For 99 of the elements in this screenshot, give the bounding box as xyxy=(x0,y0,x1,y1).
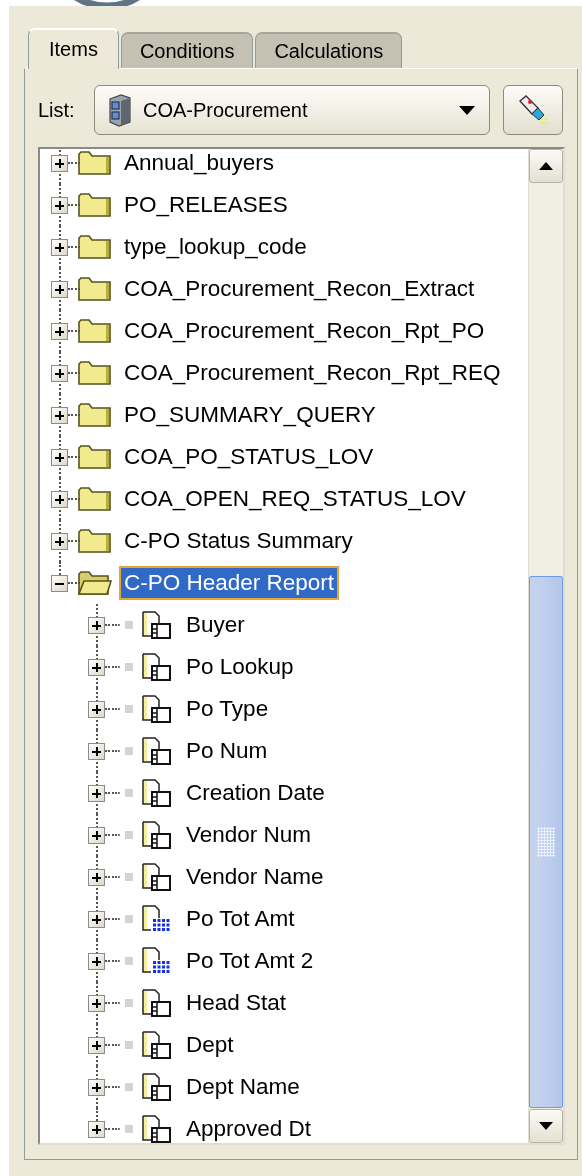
node-marker-icon xyxy=(125,789,133,797)
expand-icon[interactable] xyxy=(88,1079,105,1096)
tree-item[interactable]: COA_Procurement_Recon_Rpt_PO xyxy=(119,314,490,348)
numeric-document-icon xyxy=(141,946,173,976)
tree-item[interactable]: C-PO Header Report xyxy=(119,566,340,600)
tree-item[interactable]: Po Tot Amt 2 xyxy=(181,944,319,978)
expand-icon[interactable] xyxy=(88,1037,105,1054)
node-marker-icon xyxy=(125,1041,133,1049)
expand-icon[interactable] xyxy=(51,491,68,508)
expand-icon[interactable] xyxy=(51,281,68,298)
node-marker-icon xyxy=(125,747,133,755)
expand-icon[interactable] xyxy=(88,785,105,802)
tree-item[interactable]: Buyer xyxy=(181,608,250,642)
node-marker-icon xyxy=(125,957,133,965)
form-document-icon xyxy=(141,736,173,766)
form-document-icon xyxy=(141,820,173,850)
tree-item[interactable]: Approved Dt xyxy=(181,1112,317,1143)
list-dropdown[interactable]: COA-Procurement xyxy=(94,85,490,135)
scroll-up-button[interactable] xyxy=(529,149,563,183)
collapse-icon[interactable] xyxy=(51,575,68,592)
dropdown-value: COA-Procurement xyxy=(143,98,309,122)
node-marker-icon xyxy=(125,831,133,839)
folder-icon xyxy=(78,402,112,428)
expand-icon[interactable] xyxy=(88,869,105,886)
form-document-icon xyxy=(141,610,173,640)
tree-item[interactable]: COA_PO_STATUS_LOV xyxy=(119,440,379,474)
folder-icon xyxy=(78,234,112,260)
expand-icon[interactable] xyxy=(88,659,105,676)
node-marker-icon xyxy=(125,705,133,713)
node-marker-icon xyxy=(125,1083,133,1091)
list-label: List: xyxy=(38,98,76,122)
tree-item[interactable]: C-PO Status Summary xyxy=(119,524,358,558)
flashlight-icon xyxy=(517,93,549,127)
form-document-icon xyxy=(141,988,173,1018)
expand-icon[interactable] xyxy=(88,953,105,970)
up-arrow-icon xyxy=(539,162,553,170)
down-arrow-icon xyxy=(539,1122,553,1130)
expand-icon[interactable] xyxy=(88,995,105,1012)
expand-icon[interactable] xyxy=(51,239,68,256)
tree-item[interactable]: COA_OPEN_REQ_STATUS_LOV xyxy=(119,482,471,516)
tree-item[interactable]: COA_Procurement_Recon_Rpt_REQ xyxy=(119,356,506,390)
tab[interactable]: Conditions xyxy=(120,32,254,68)
folder-icon xyxy=(78,276,112,302)
expand-icon[interactable] xyxy=(51,365,68,382)
node-marker-icon xyxy=(125,621,133,629)
tree-item[interactable]: PO_SUMMARY_QUERY xyxy=(119,398,381,432)
tree-item[interactable]: Po Tot Amt xyxy=(181,902,300,936)
tab[interactable]: Items xyxy=(28,28,119,69)
form-document-icon xyxy=(141,778,173,808)
scroll-down-button[interactable] xyxy=(529,1109,563,1143)
tree-item[interactable]: Po Num xyxy=(181,734,273,768)
tree-item[interactable]: Vendor Num xyxy=(181,818,317,852)
expand-icon[interactable] xyxy=(51,533,68,550)
expand-icon[interactable] xyxy=(88,743,105,760)
tree-item[interactable]: Po Lookup xyxy=(181,650,299,684)
node-marker-icon xyxy=(125,915,133,923)
expand-icon[interactable] xyxy=(88,911,105,928)
tree-item[interactable]: Po Type xyxy=(181,692,274,726)
tree-item[interactable]: COA_Procurement_Recon_Extract xyxy=(119,272,480,306)
database-icon xyxy=(107,93,133,127)
tree-item[interactable]: Head Stat xyxy=(181,986,292,1020)
expand-icon[interactable] xyxy=(88,701,105,718)
expand-icon[interactable] xyxy=(51,197,68,214)
scroll-thumb[interactable] xyxy=(529,576,563,1108)
folder-icon xyxy=(78,150,112,176)
node-marker-icon xyxy=(125,873,133,881)
form-document-icon xyxy=(141,652,173,682)
tree-item[interactable]: Dept Name xyxy=(181,1070,305,1104)
form-document-icon xyxy=(141,862,173,892)
tab[interactable]: Calculations xyxy=(255,32,403,68)
tree-item[interactable]: Dept xyxy=(181,1028,239,1062)
dropdown-arrow-icon xyxy=(459,105,475,115)
expand-icon[interactable] xyxy=(51,323,68,340)
form-document-icon xyxy=(141,1072,173,1102)
expand-icon[interactable] xyxy=(88,617,105,634)
folder-icon xyxy=(78,360,112,386)
flashlight-button[interactable] xyxy=(503,85,563,135)
numeric-document-icon xyxy=(141,904,173,934)
tree-item[interactable]: Vendor Name xyxy=(181,860,329,894)
folder-icon xyxy=(78,192,112,218)
expand-icon[interactable] xyxy=(88,827,105,844)
expand-icon[interactable] xyxy=(51,449,68,466)
tree-item[interactable]: Creation Date xyxy=(181,776,330,810)
tree-item[interactable]: PO_RELEASES xyxy=(119,188,293,222)
folder-icon xyxy=(78,528,112,554)
tree-item[interactable]: type_lookup_code xyxy=(119,230,312,264)
tree-item[interactable]: Annual_buyers xyxy=(119,149,280,180)
form-document-icon xyxy=(141,1030,173,1060)
node-marker-icon xyxy=(125,663,133,671)
open-folder-icon xyxy=(78,570,112,596)
folder-icon xyxy=(78,318,112,344)
folder-icon xyxy=(78,486,112,512)
folder-icon xyxy=(78,444,112,470)
expand-icon[interactable] xyxy=(51,155,68,172)
expand-icon[interactable] xyxy=(88,1121,105,1138)
node-marker-icon xyxy=(125,1125,133,1133)
expand-icon[interactable] xyxy=(51,407,68,424)
form-document-icon xyxy=(141,694,173,724)
node-marker-icon xyxy=(125,999,133,1007)
